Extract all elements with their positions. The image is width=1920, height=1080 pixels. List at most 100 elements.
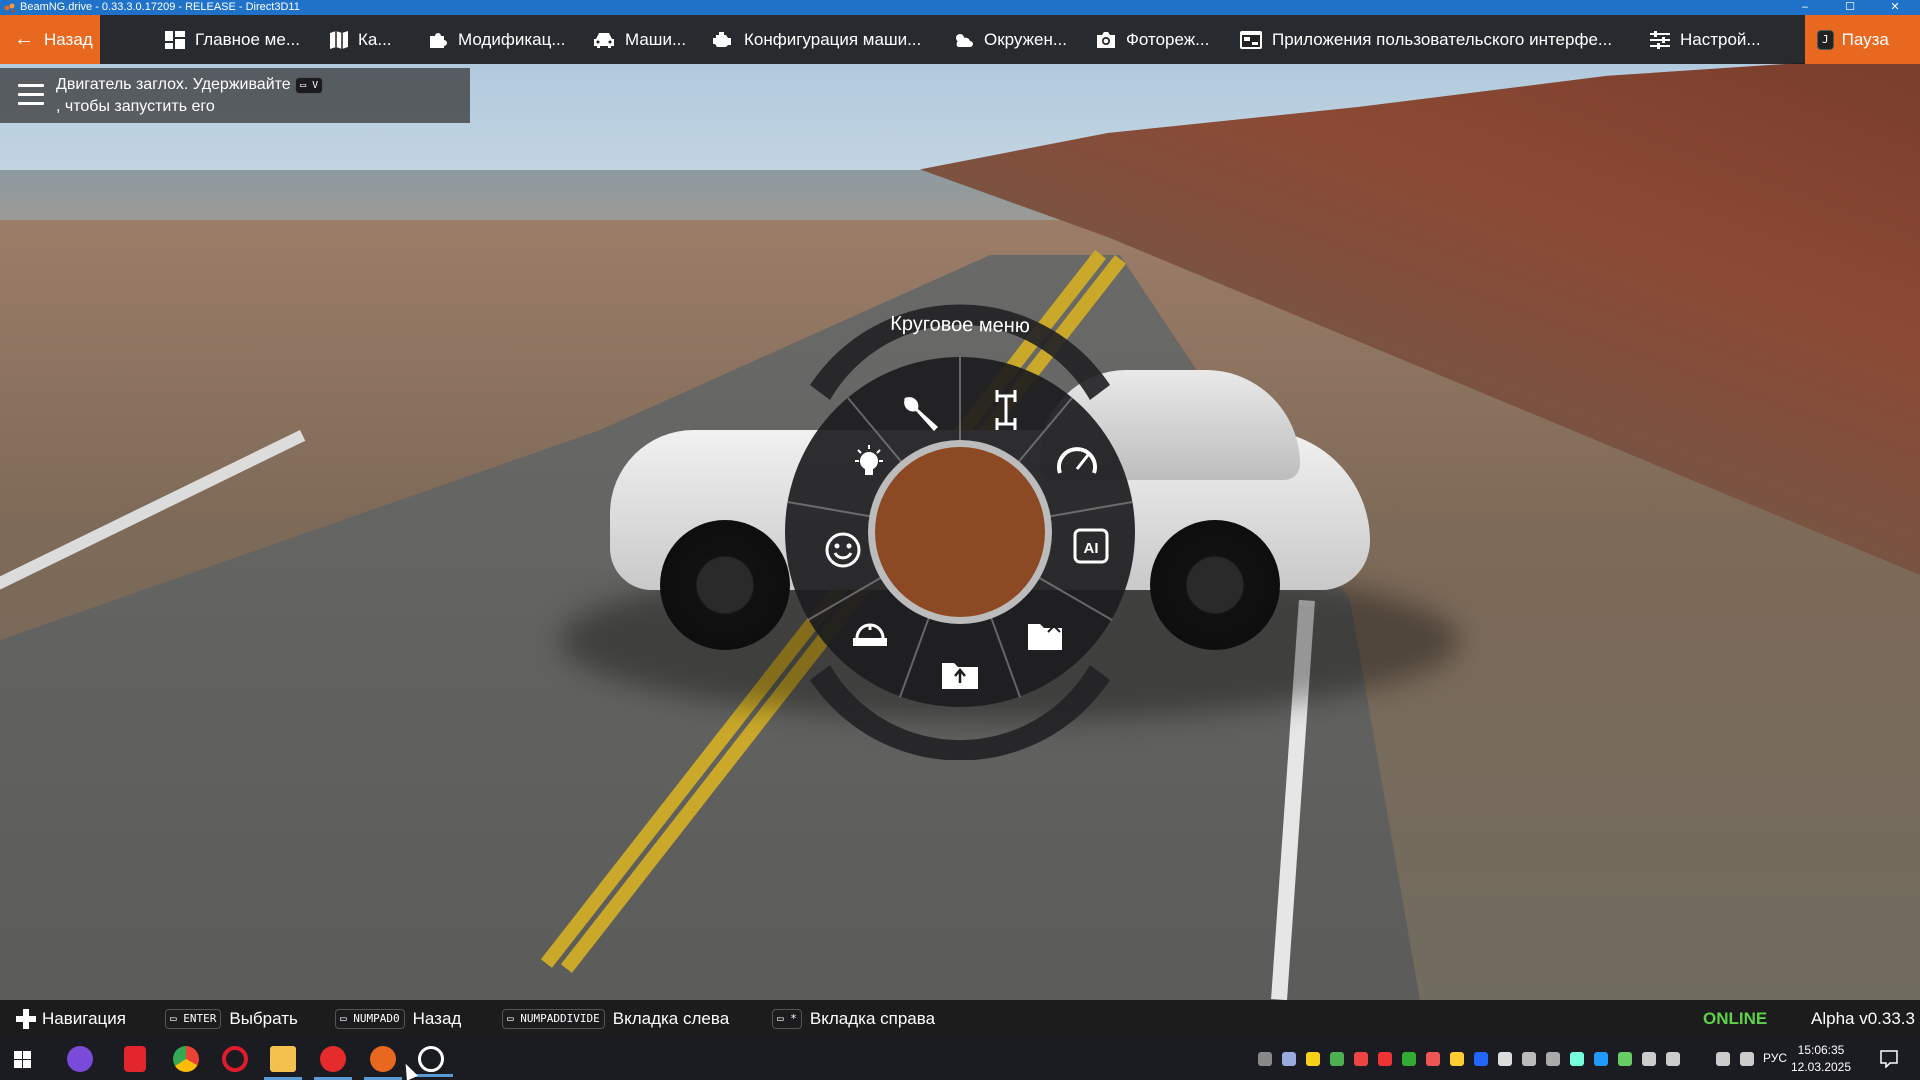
steam-icon[interactable]: [1282, 1052, 1296, 1066]
bottom-hint-bar: Навигация ▭ ENTER Выбрать ▭ NUMPAD0 Наза…: [0, 1000, 1920, 1038]
puzzle-icon: [430, 32, 447, 48]
yandex-icon[interactable]: [124, 1046, 146, 1072]
menu-settings[interactable]: Настрой...: [1650, 15, 1761, 64]
menu-item-label: Ка...: [358, 29, 392, 49]
multiply-key: ▭ *: [772, 1009, 802, 1029]
menu-item-label: Фотореж...: [1126, 29, 1210, 49]
top-menu-bar: ← Назад Главное ме... Ка... Модификац...…: [0, 15, 1920, 64]
tray-app-icon[interactable]: [1570, 1052, 1584, 1066]
yandex-browser-icon[interactable]: [314, 1046, 352, 1080]
speedometer-app-icon[interactable]: [415, 1046, 453, 1077]
dashboard-icon: [165, 30, 185, 49]
chrome-icon[interactable]: [173, 1046, 199, 1072]
tray-app-icon[interactable]: [1618, 1052, 1632, 1066]
tray-app-icon[interactable]: [1546, 1052, 1560, 1066]
menu-item-label: Главное ме...: [195, 29, 300, 49]
tray-app-icon[interactable]: [1426, 1052, 1440, 1066]
back-button[interactable]: ← Назад: [0, 15, 100, 64]
hint-tab-left: ▭ NUMPADDIVIDE Вкладка слева: [502, 1000, 729, 1038]
menu-item-label: Конфигурация маши...: [744, 29, 922, 49]
settings-sliders-icon: [1650, 30, 1670, 49]
ui-apps-icon: [1240, 30, 1262, 49]
menu-item-label: Настрой...: [1680, 29, 1761, 49]
menu-item-label: Приложения пользовательского интерфе...: [1272, 29, 1613, 49]
tray-app-icon[interactable]: [1522, 1052, 1536, 1066]
hint-tab-right-label: Вкладка справа: [809, 1009, 936, 1028]
opera-icon[interactable]: [222, 1046, 248, 1072]
maximize-button[interactable]: ☐: [1835, 0, 1865, 15]
menu-item-label: Маши...: [625, 29, 687, 49]
hamburger-menu-icon[interactable]: [18, 84, 44, 106]
input-language[interactable]: РУС: [1763, 1051, 1787, 1065]
hint-back: ▭ NUMPAD0 Назад: [335, 1000, 461, 1038]
microphone-icon[interactable]: [1642, 1052, 1656, 1066]
beamng-app-icon: [4, 3, 15, 13]
back-label: Назад: [44, 29, 93, 49]
car-icon: [594, 32, 614, 48]
online-status: ONLINE: [1703, 1009, 1768, 1028]
menu-mods[interactable]: Модификац...: [428, 15, 566, 64]
dpad-icon: [16, 1009, 36, 1029]
numpaddivide-key: ▭ NUMPADDIVIDE: [502, 1009, 605, 1029]
volume-icon[interactable]: [1740, 1052, 1754, 1066]
radial-center: [875, 447, 1045, 617]
close-button[interactable]: ✕: [1880, 0, 1910, 15]
menu-item-label: Окружен...: [984, 29, 1067, 49]
clock-date: 12.03.2025: [1790, 1060, 1852, 1074]
system-clock[interactable]: 15:06:35 12.03.2025: [1787, 1042, 1855, 1076]
clock-time: 15:06:35: [1797, 1043, 1845, 1057]
menu-photo-mode[interactable]: Фотореж...: [1096, 15, 1209, 64]
tray-app-icon[interactable]: [1306, 1052, 1320, 1066]
arrow-left-icon: ←: [14, 28, 34, 50]
pause-key: J: [1817, 29, 1834, 50]
numpaddivide-key-label: NUMPADDIVIDE: [520, 1012, 600, 1025]
game-version: Alpha v0.33.3: [1811, 1009, 1915, 1028]
hint-back-label: Назад: [412, 1009, 462, 1028]
window-titlebar: BeamNG.drive - 0.33.3.0.17209 - RELEASE …: [0, 0, 1920, 15]
hint-tab-left-label: Вкладка слева: [612, 1009, 730, 1028]
hold-key: ▭ V: [295, 77, 324, 94]
camera-icon: [1097, 31, 1115, 48]
car-wheel: [1150, 520, 1280, 650]
tray-app-icon[interactable]: [1402, 1052, 1416, 1066]
notification-text: Двигатель заглох. Удерживайте ▭ V , чтоб…: [56, 74, 456, 118]
bluetooth-icon[interactable]: [1594, 1052, 1608, 1066]
menu-vehicle-config[interactable]: Конфигурация маши...: [712, 15, 921, 64]
pause-button[interactable]: J Пауза: [1805, 15, 1920, 64]
multiply-key-label: *: [790, 1012, 797, 1025]
enter-key: ▭ ENTER: [165, 1009, 222, 1029]
menu-ui-apps[interactable]: Приложения пользовательского интерфе...: [1240, 15, 1612, 64]
tray-app-icon[interactable]: [1450, 1052, 1464, 1066]
tray-app-icon[interactable]: [1498, 1052, 1512, 1066]
menu-main-menu[interactable]: Главное ме...: [165, 15, 300, 64]
engine-notification: Двигатель заглох. Удерживайте ▭ V , чтоб…: [0, 68, 470, 123]
numpad0-key: ▭ NUMPAD0: [335, 1009, 405, 1029]
tray-app-icon[interactable]: [1330, 1052, 1344, 1066]
tray-app-icon[interactable]: [1474, 1052, 1488, 1066]
menu-map[interactable]: Ка...: [330, 15, 392, 64]
hint-select-label: Выбрать: [229, 1009, 298, 1028]
menu-environment[interactable]: Окружен...: [952, 15, 1067, 64]
windows-start-icon[interactable]: [14, 1051, 31, 1068]
battery-icon[interactable]: [1666, 1052, 1680, 1066]
pause-label: Пауза: [1841, 29, 1889, 49]
map-icon: [330, 30, 348, 49]
car-wheel: [660, 520, 790, 650]
notification-center-icon[interactable]: [1880, 1050, 1898, 1068]
hint-select: ▭ ENTER Выбрать: [165, 1000, 298, 1038]
tray-app-icon[interactable]: [1378, 1052, 1392, 1066]
window-title: BeamNG.drive - 0.33.3.0.17209 - RELEASE …: [20, 1, 300, 13]
tray-app-icon[interactable]: [1354, 1052, 1368, 1066]
weather-icon: [956, 33, 973, 47]
file-explorer-icon[interactable]: [264, 1046, 302, 1080]
network-icon[interactable]: [1716, 1052, 1730, 1066]
tray-app-icon[interactable]: [1258, 1052, 1272, 1066]
alice-assistant-icon[interactable]: [67, 1046, 93, 1072]
menu-vehicles[interactable]: Маши...: [593, 15, 686, 64]
menu-item-label: Модификац...: [458, 29, 566, 49]
hint-tab-right: ▭ * Вкладка справа: [772, 1000, 935, 1038]
engine-icon: [713, 31, 731, 47]
minimize-button[interactable]: –: [1790, 0, 1820, 15]
beamng-taskbar-icon[interactable]: [364, 1046, 402, 1080]
svg-text:AI: AI: [1084, 540, 1099, 557]
